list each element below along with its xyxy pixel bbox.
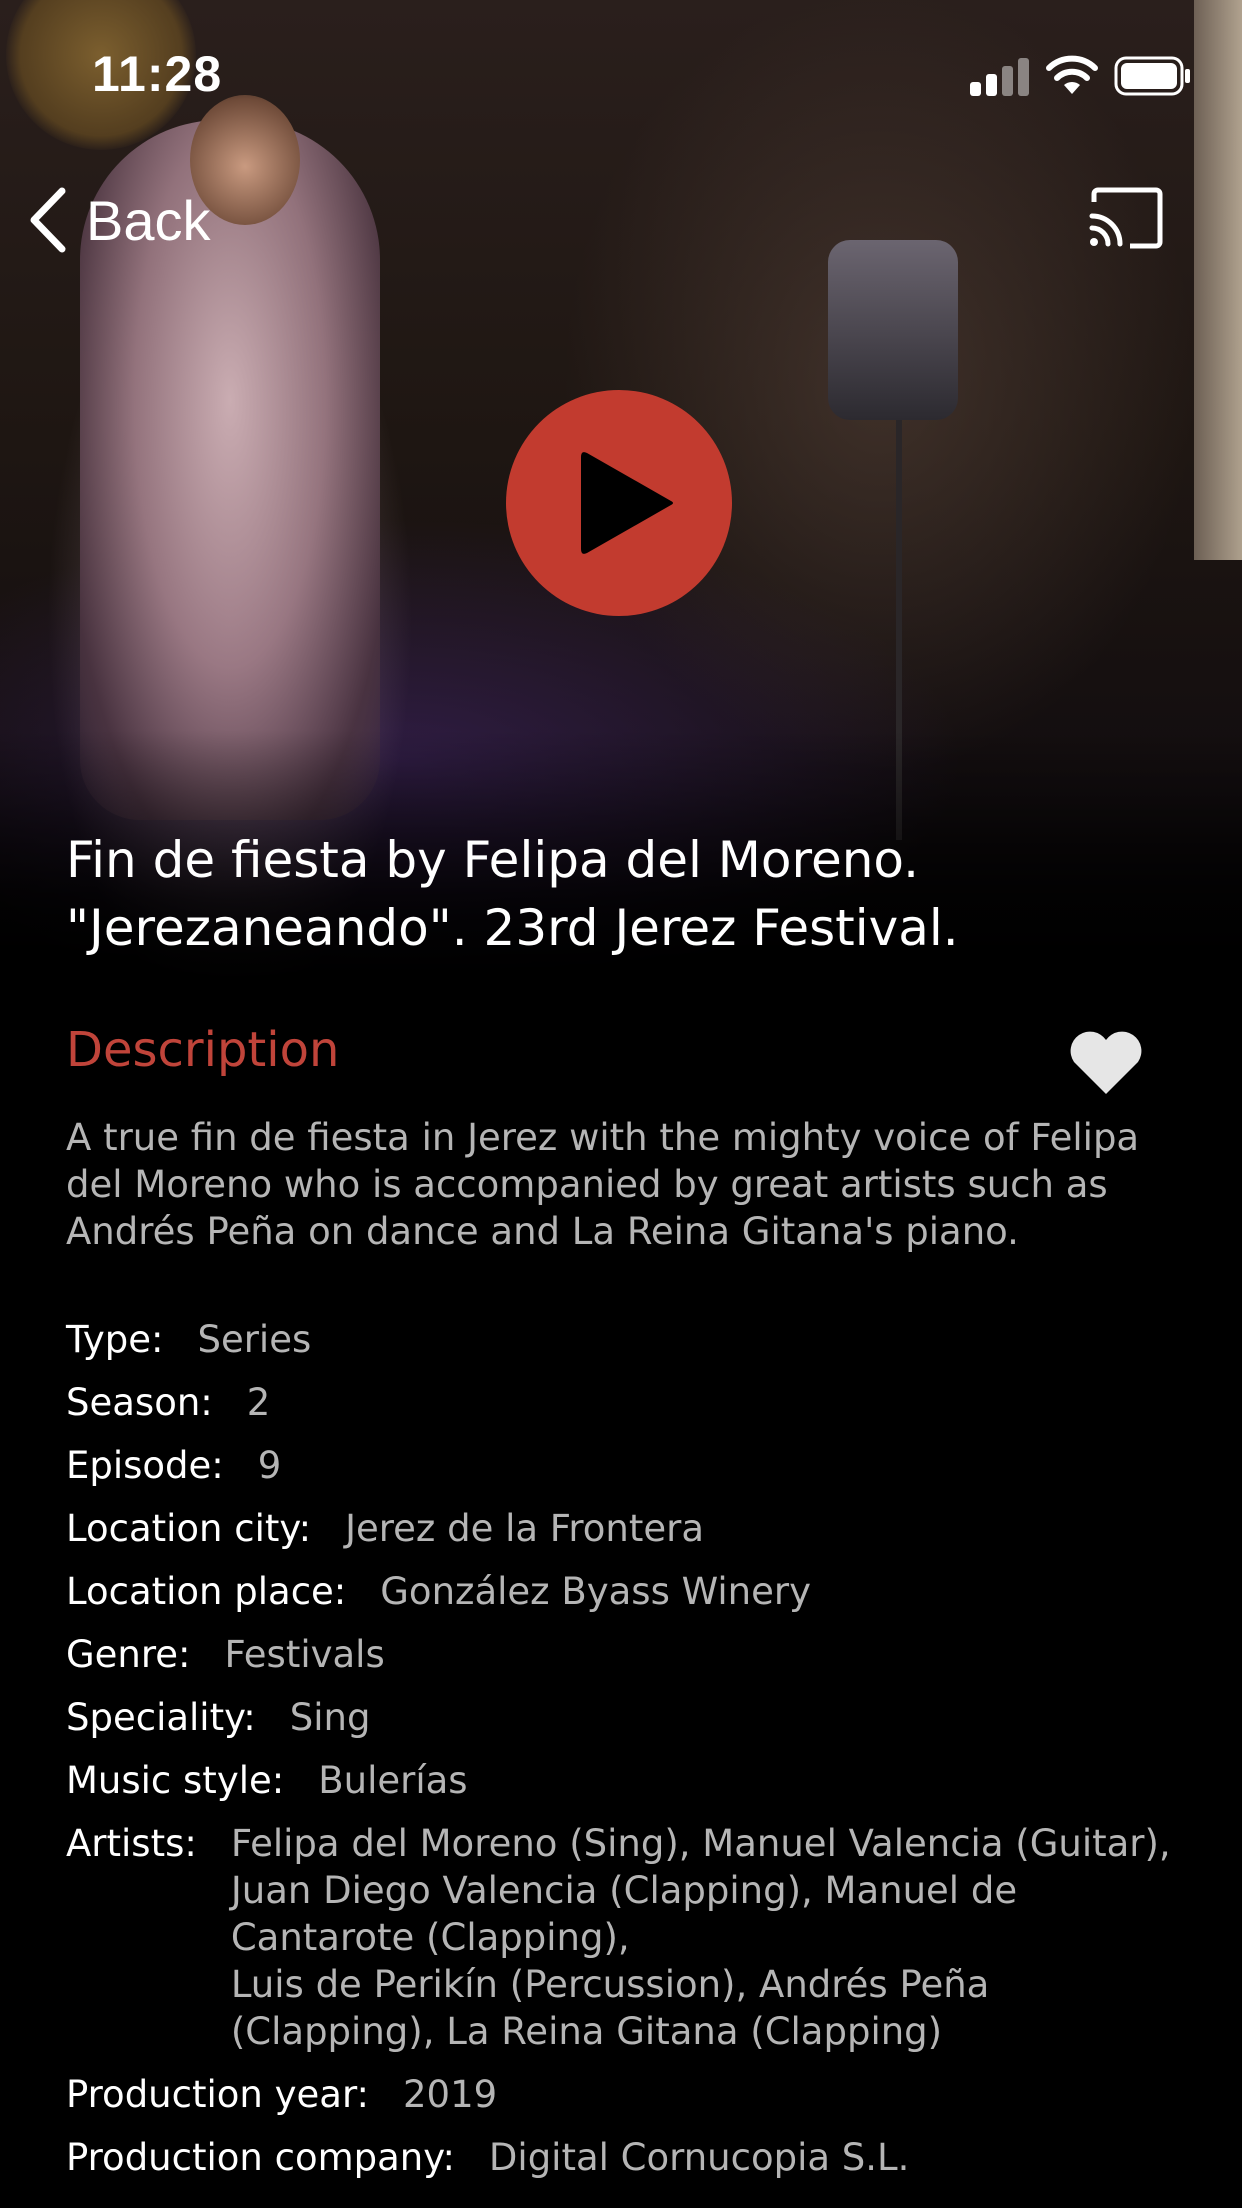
meta-row-type: Type: Series xyxy=(66,1316,1186,1363)
meta-value: Jerez de la Frontera xyxy=(345,1507,705,1550)
meta-label: Genre: xyxy=(66,1633,191,1676)
meta-label: Production company: xyxy=(66,2136,455,2179)
back-button[interactable]: Back xyxy=(26,180,211,260)
meta-row-episode: Episode: 9 xyxy=(66,1442,1186,1489)
status-time: 11:28 xyxy=(92,46,223,102)
meta-row-genre: Genre: Festivals xyxy=(66,1631,1186,1678)
back-label: Back xyxy=(86,188,211,252)
meta-row-season: Season: 2 xyxy=(66,1379,1186,1426)
description-heading: Description xyxy=(66,1022,340,1078)
meta-label: Location city: xyxy=(66,1507,312,1550)
meta-label: Music style: xyxy=(66,1759,285,1802)
meta-value: 2 xyxy=(246,1381,271,1424)
meta-value: Bulerías xyxy=(318,1759,468,1802)
meta-value: Digital Cornucopia S.L. xyxy=(488,2136,910,2179)
meta-value: González Byass Winery xyxy=(380,1570,811,1613)
meta-label: Type: xyxy=(66,1318,164,1361)
battery-icon xyxy=(1114,56,1190,96)
status-bar: 11:28 xyxy=(0,0,1242,150)
meta-row-artists: Artists: Felipa del Moreno (Sing), Manue… xyxy=(66,1820,1186,2055)
meta-value: Festivals xyxy=(224,1633,385,1676)
meta-label: Episode: xyxy=(66,1444,224,1487)
meta-label: Speciality: xyxy=(66,1696,256,1739)
meta-row-location-city: Location city: Jerez de la Frontera xyxy=(66,1505,1186,1552)
meta-row-location-place: Location place: González Byass Winery xyxy=(66,1568,1186,1615)
meta-value: Felipa del Moreno (Sing), Manuel Valenci… xyxy=(230,1822,1171,2053)
meta-value: 9 xyxy=(257,1444,282,1487)
chevron-left-icon xyxy=(30,187,66,253)
meta-label: Artists: xyxy=(66,1822,197,1865)
meta-value: Series xyxy=(197,1318,312,1361)
cellular-signal-icon xyxy=(970,56,1032,96)
play-button[interactable] xyxy=(506,390,732,616)
meta-label: Production year: xyxy=(66,2073,369,2116)
meta-row-speciality: Speciality: Sing xyxy=(66,1694,1186,1741)
wifi-icon xyxy=(1046,55,1098,94)
meta-value: Sing xyxy=(289,1696,371,1739)
meta-row-production-company: Production company: Digital Cornucopia S… xyxy=(66,2134,1186,2181)
play-icon xyxy=(581,452,673,554)
meta-row-music-style: Music style: Bulerías xyxy=(66,1757,1186,1804)
stage-speaker xyxy=(828,240,958,420)
description-text: A true fin de fiesta in Jerez with the m… xyxy=(66,1116,1140,1253)
cast-icon[interactable] xyxy=(1086,186,1164,250)
meta-label: Season: xyxy=(66,1381,213,1424)
meta-row-production-year: Production year: 2019 xyxy=(66,2071,1186,2118)
meta-label: Location place: xyxy=(66,1570,347,1613)
metadata-list: Type: Series Season: 2 Episode: 9 Locati… xyxy=(66,1316,1186,2197)
heart-icon[interactable] xyxy=(1066,1028,1146,1098)
video-title: Fin de fiesta by Felipa del Moreno. "Jer… xyxy=(66,831,959,957)
meta-value: 2019 xyxy=(402,2073,498,2116)
